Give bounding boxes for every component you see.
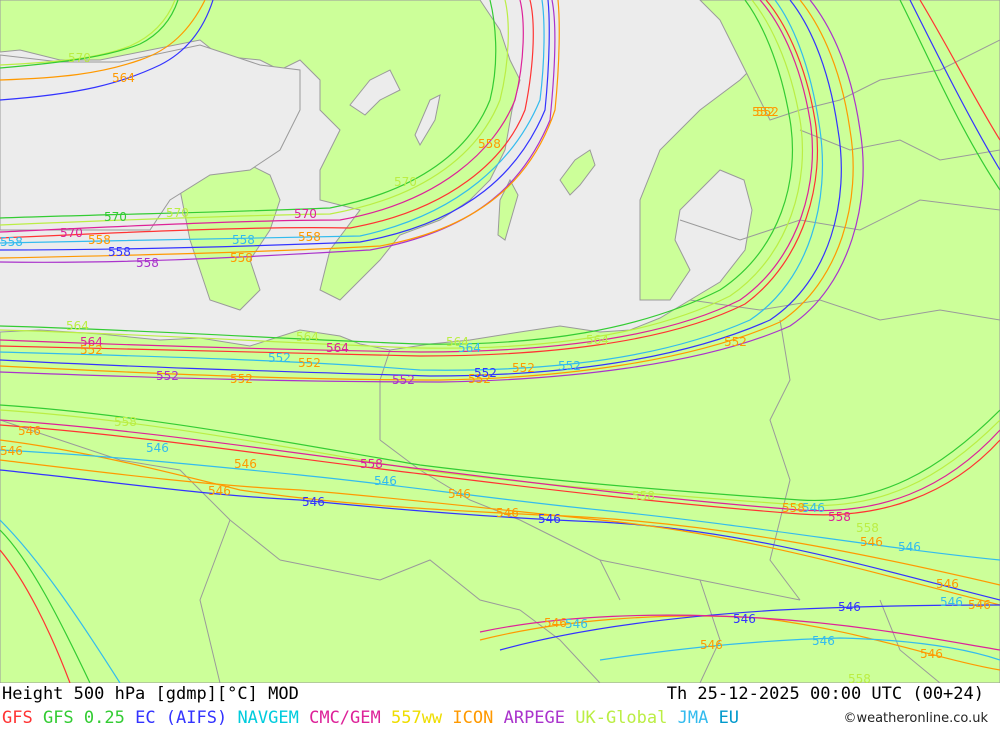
contour-label: 546 [208, 484, 231, 498]
contour-label: 546 [700, 638, 723, 652]
contour-label: 564 [66, 319, 89, 333]
legend-item-4: CMC/GEM [309, 708, 391, 728]
contour-label: 552 [474, 366, 497, 380]
footer: Height 500 hPa [gdmp][°C] MOD Th 25-12-2… [0, 683, 1000, 733]
contour-label: 564 [586, 333, 609, 347]
contour-label: 546 [146, 441, 169, 455]
contour-label: 558 [848, 672, 871, 683]
contour-label: 552 [80, 343, 103, 357]
legend-item-9: JMA [677, 708, 719, 728]
contour-label: 564 [296, 330, 319, 344]
contour-label: 546 [18, 424, 41, 438]
contour-label: 558 [114, 415, 137, 429]
contour-label: 558 [0, 235, 23, 249]
contour-label: 570 [60, 226, 83, 240]
contour-label: 570 [104, 210, 127, 224]
contour-label: 558 [478, 137, 501, 151]
contour-label: 546 [920, 647, 943, 661]
contour-label: 564 [446, 335, 469, 349]
contour-label: 546 [802, 501, 825, 515]
legend-item-5: 557ww [390, 708, 453, 728]
contour-label: 558 [632, 489, 655, 503]
contour-label: 546 [838, 600, 861, 614]
contour-label: 546 [565, 617, 588, 631]
legend-item-10: EU [718, 708, 740, 728]
contour-label: 558 [828, 510, 851, 524]
contour-label: 546 [496, 506, 519, 520]
map-canvas: 570564570 570570570570558558558558 558558 5… [0, 0, 1000, 686]
model-legend: GFS GFS 0.25 EC (AIFS) NAVGEM CMC/GEM 55… [2, 708, 739, 728]
contour-label: 546 [0, 444, 23, 458]
contour-label: 570 [68, 51, 91, 65]
map-datetime: Th 25-12-2025 00:00 UTC (00+24) [666, 684, 984, 704]
credit-text: ©weatheronline.co.uk [843, 711, 988, 726]
contour-label: 552 [724, 335, 747, 349]
contour-label: 570 [294, 207, 317, 221]
legend-item-8: UK-Global [575, 708, 678, 728]
legend-item-1: GFS 0.25 [42, 708, 136, 728]
contour-label: 546 [812, 634, 835, 648]
contour-label: 546 [544, 616, 567, 630]
contour-label: 552 [156, 369, 179, 383]
contour-label: 546 [968, 598, 991, 612]
contour-label: 570 [166, 206, 189, 220]
contour-label: 552 [512, 361, 535, 375]
contour-label: 558 [360, 457, 383, 471]
contour-label: 552 [752, 105, 775, 119]
legend-item-2: EC (AIFS) [135, 708, 238, 728]
legend-item-0: GFS [2, 708, 43, 728]
weather-map: 570 564 570 570 570 570 570 558 558 558 558 558 558 5… [0, 0, 1000, 686]
contour-label: 552 [298, 356, 321, 370]
contour-label: 552 [392, 373, 415, 387]
contour-label: 564 [112, 71, 135, 85]
contour-label: 552 [268, 351, 291, 365]
contour-label: 558 [230, 251, 253, 265]
contour-label: 546 [374, 474, 397, 488]
contour-label: 558 [232, 233, 255, 247]
contour-label: 546 [936, 577, 959, 591]
legend-item-3: NAVGEM [237, 708, 310, 728]
contour-label: 546 [940, 595, 963, 609]
contour-label: 552 [558, 359, 581, 373]
contour-label: 546 [733, 612, 756, 626]
contour-label: 558 [298, 230, 321, 244]
contour-label: 564 [326, 341, 349, 355]
contour-label: 546 [448, 487, 471, 501]
contour-label: 546 [302, 495, 325, 509]
contour-label: 558 [856, 521, 879, 535]
legend-item-6: ICON [452, 708, 504, 728]
contour-label: 552 [230, 372, 253, 386]
contour-label: 558 [136, 256, 159, 270]
contour-label: 546 [234, 457, 257, 471]
contour-label: 558 [782, 501, 805, 515]
contour-label: 546 [538, 512, 561, 526]
legend-item-7: ARPEGE [503, 708, 576, 728]
contour-label: 558 [108, 245, 131, 259]
contour-label: 546 [860, 535, 883, 549]
contour-label: 570 [394, 175, 417, 189]
map-title: Height 500 hPa [gdmp][°C] MOD [2, 684, 299, 704]
contour-label: 546 [898, 540, 921, 554]
